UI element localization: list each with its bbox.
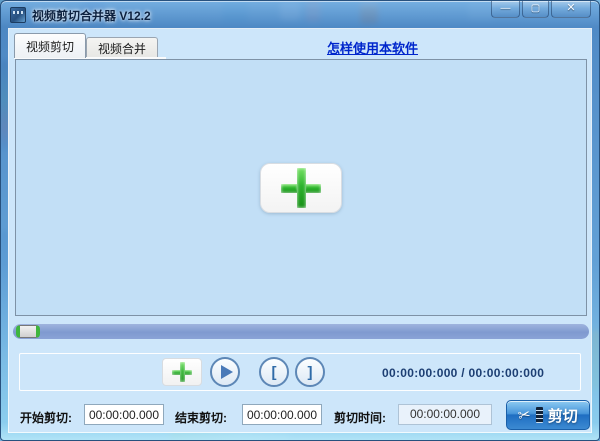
set-start-button[interactable]: [ bbox=[259, 357, 289, 387]
start-cut-label: 开始剪切: bbox=[20, 411, 72, 425]
set-end-button[interactable]: ] bbox=[295, 357, 325, 387]
play-icon bbox=[221, 365, 233, 379]
end-cut-label: 结束剪切: bbox=[175, 411, 227, 425]
tab-video-cut-label: 视频剪切 bbox=[26, 39, 75, 54]
tab-strip: 视频剪切 视频合并 bbox=[14, 31, 159, 58]
time-display: 00:00:00:000 / 00:00:00:000 bbox=[382, 366, 545, 380]
app-icon bbox=[10, 7, 26, 23]
cut-duration-label: 剪切时间: bbox=[334, 411, 386, 425]
desktop-background: 视频剪切合并器 V12.2 — ▢ ✕ 视频剪切 视频合并 怎样使用本软件 [… bbox=[0, 0, 600, 441]
start-bracket-icon: [ bbox=[271, 363, 277, 381]
cut-controls-row: 开始剪切: 结束剪切: 剪切时间: 00:00:00.000 ✂ 剪切 bbox=[9, 400, 591, 434]
seek-slider[interactable] bbox=[13, 324, 589, 339]
client-area: 视频剪切 视频合并 怎样使用本软件 [] 00:00:00:000 / 00:… bbox=[8, 28, 592, 434]
tab-video-merge-label: 视频合并 bbox=[98, 41, 147, 56]
plus-icon bbox=[172, 362, 192, 382]
close-button[interactable]: ✕ bbox=[551, 1, 591, 18]
add-file-button[interactable] bbox=[162, 358, 202, 386]
minimize-button[interactable]: — bbox=[491, 1, 520, 18]
help-link[interactable]: 怎样使用本软件 bbox=[327, 38, 418, 57]
maximize-button[interactable]: ▢ bbox=[522, 1, 549, 18]
tab-video-merge[interactable]: 视频合并 bbox=[86, 37, 159, 58]
tab-video-cut[interactable]: 视频剪切 bbox=[14, 33, 87, 58]
transport-panel: [ ] 00:00:00:000 / 00:00:00:000 bbox=[19, 353, 581, 391]
cut-duration-value: 00:00:00.000 bbox=[398, 404, 492, 425]
play-button[interactable] bbox=[210, 357, 240, 387]
window-controls: — ▢ ✕ bbox=[489, 1, 591, 18]
app-window: 视频剪切合并器 V12.2 — ▢ ✕ 视频剪切 视频合并 怎样使用本软件 [… bbox=[0, 0, 600, 441]
end-bracket-icon: ] bbox=[307, 363, 313, 381]
filmstrip-icon bbox=[535, 407, 543, 423]
start-cut-input[interactable] bbox=[84, 404, 164, 425]
plus-icon bbox=[281, 167, 321, 208]
cut-button-label: 剪切 bbox=[547, 407, 578, 425]
seek-slider-thumb[interactable] bbox=[16, 325, 40, 338]
video-preview-area bbox=[15, 59, 587, 316]
scissors-icon: ✂ bbox=[516, 406, 533, 425]
window-title: 视频剪切合并器 V12.2 bbox=[32, 8, 151, 23]
cut-button[interactable]: ✂ 剪切 bbox=[506, 400, 590, 430]
end-cut-input[interactable] bbox=[242, 404, 322, 425]
add-video-button[interactable] bbox=[260, 162, 342, 213]
